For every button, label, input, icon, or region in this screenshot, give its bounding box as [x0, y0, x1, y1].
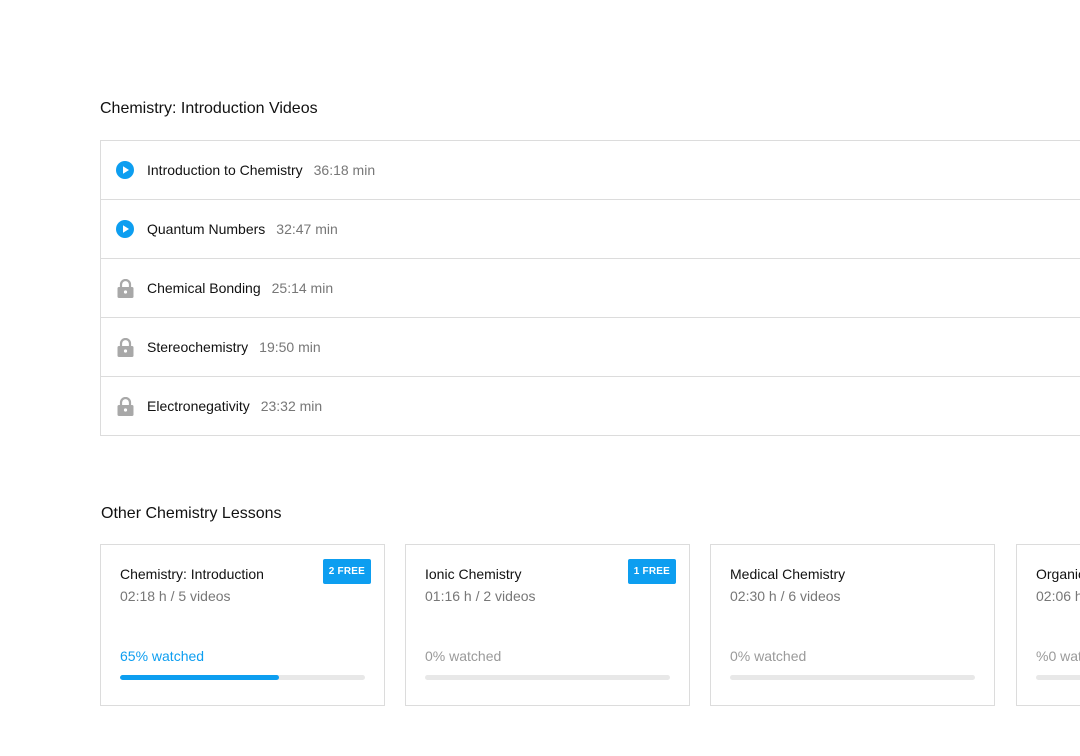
lesson-card-meta: 01:16 h / 2 videos: [425, 588, 536, 604]
lesson-card-meta: 02:30 h / 6 videos: [730, 588, 841, 604]
watched-label: 0% watched: [425, 648, 502, 664]
video-duration: 23:32 min: [260, 398, 323, 414]
lesson-card-meta: 02:18 h / 5 videos: [120, 588, 231, 604]
lessons-section-title: Other Chemistry Lessons: [101, 505, 282, 522]
watched-label: 0% watched: [730, 648, 807, 664]
video-duration: 36:18 min: [313, 162, 376, 178]
progress-bar: [730, 675, 975, 680]
lesson-card[interactable]: Ionic Chemistry 01:16 h / 2 videos 1 FRE…: [405, 544, 690, 706]
lock-icon: [116, 337, 134, 357]
play-icon[interactable]: [116, 220, 134, 238]
video-title[interactable]: Introduction to Chemistry: [147, 162, 303, 178]
videos-section-title: Chemistry: Introduction Videos: [100, 100, 318, 117]
video-row[interactable]: Quantum Numbers 32:47 min: [101, 200, 1080, 259]
lock-icon: [116, 396, 134, 416]
video-duration: 25:14 min: [271, 280, 334, 296]
lock-icon: [116, 278, 134, 298]
video-list: Introduction to Chemistry 36:18 min Quan…: [100, 140, 1080, 436]
progress-bar: [1036, 675, 1080, 680]
free-badge: 1 FREE: [627, 559, 676, 584]
video-title[interactable]: Electronegativity: [147, 398, 250, 414]
video-duration: 32:47 min: [276, 221, 338, 237]
progress-bar: [425, 675, 670, 680]
lesson-card[interactable]: Chemistry: Introduction 02:18 h / 5 vide…: [100, 544, 385, 706]
progress-bar: [120, 675, 365, 680]
video-duration: 19:50 min: [259, 339, 321, 355]
lesson-cards: Chemistry: Introduction 02:18 h / 5 vide…: [100, 544, 1080, 706]
video-row[interactable]: Chemical Bonding 25:14 min: [101, 259, 1080, 318]
lesson-card-title[interactable]: Chemistry: Introduction: [120, 566, 264, 582]
video-title[interactable]: Stereochemistry: [147, 339, 248, 355]
lesson-card-title[interactable]: Ionic Chemistry: [425, 566, 521, 582]
watched-label: %0 watched: [1036, 648, 1080, 664]
lesson-card[interactable]: Organic Chemistry 02:06 h %0 watched: [1016, 544, 1080, 706]
video-title[interactable]: Chemical Bonding: [147, 280, 261, 296]
video-row[interactable]: Introduction to Chemistry 36:18 min: [101, 141, 1080, 200]
page: Chemistry: Introduction Videos Introduct…: [0, 0, 1080, 756]
progress-fill: [120, 675, 280, 680]
watched-label: 65% watched: [120, 648, 205, 664]
lesson-card-meta: 02:06 h: [1036, 588, 1080, 604]
play-icon[interactable]: [116, 161, 134, 179]
lesson-card-title[interactable]: Organic Chemistry: [1036, 566, 1080, 582]
video-row[interactable]: Electronegativity 23:32 min: [101, 377, 1080, 435]
video-title[interactable]: Quantum Numbers: [147, 221, 265, 237]
lesson-card[interactable]: Medical Chemistry 02:30 h / 6 videos 0% …: [710, 544, 995, 706]
video-row[interactable]: Stereochemistry 19:50 min: [101, 318, 1080, 377]
free-badge: 2 FREE: [322, 559, 371, 584]
lesson-card-title[interactable]: Medical Chemistry: [730, 566, 845, 582]
